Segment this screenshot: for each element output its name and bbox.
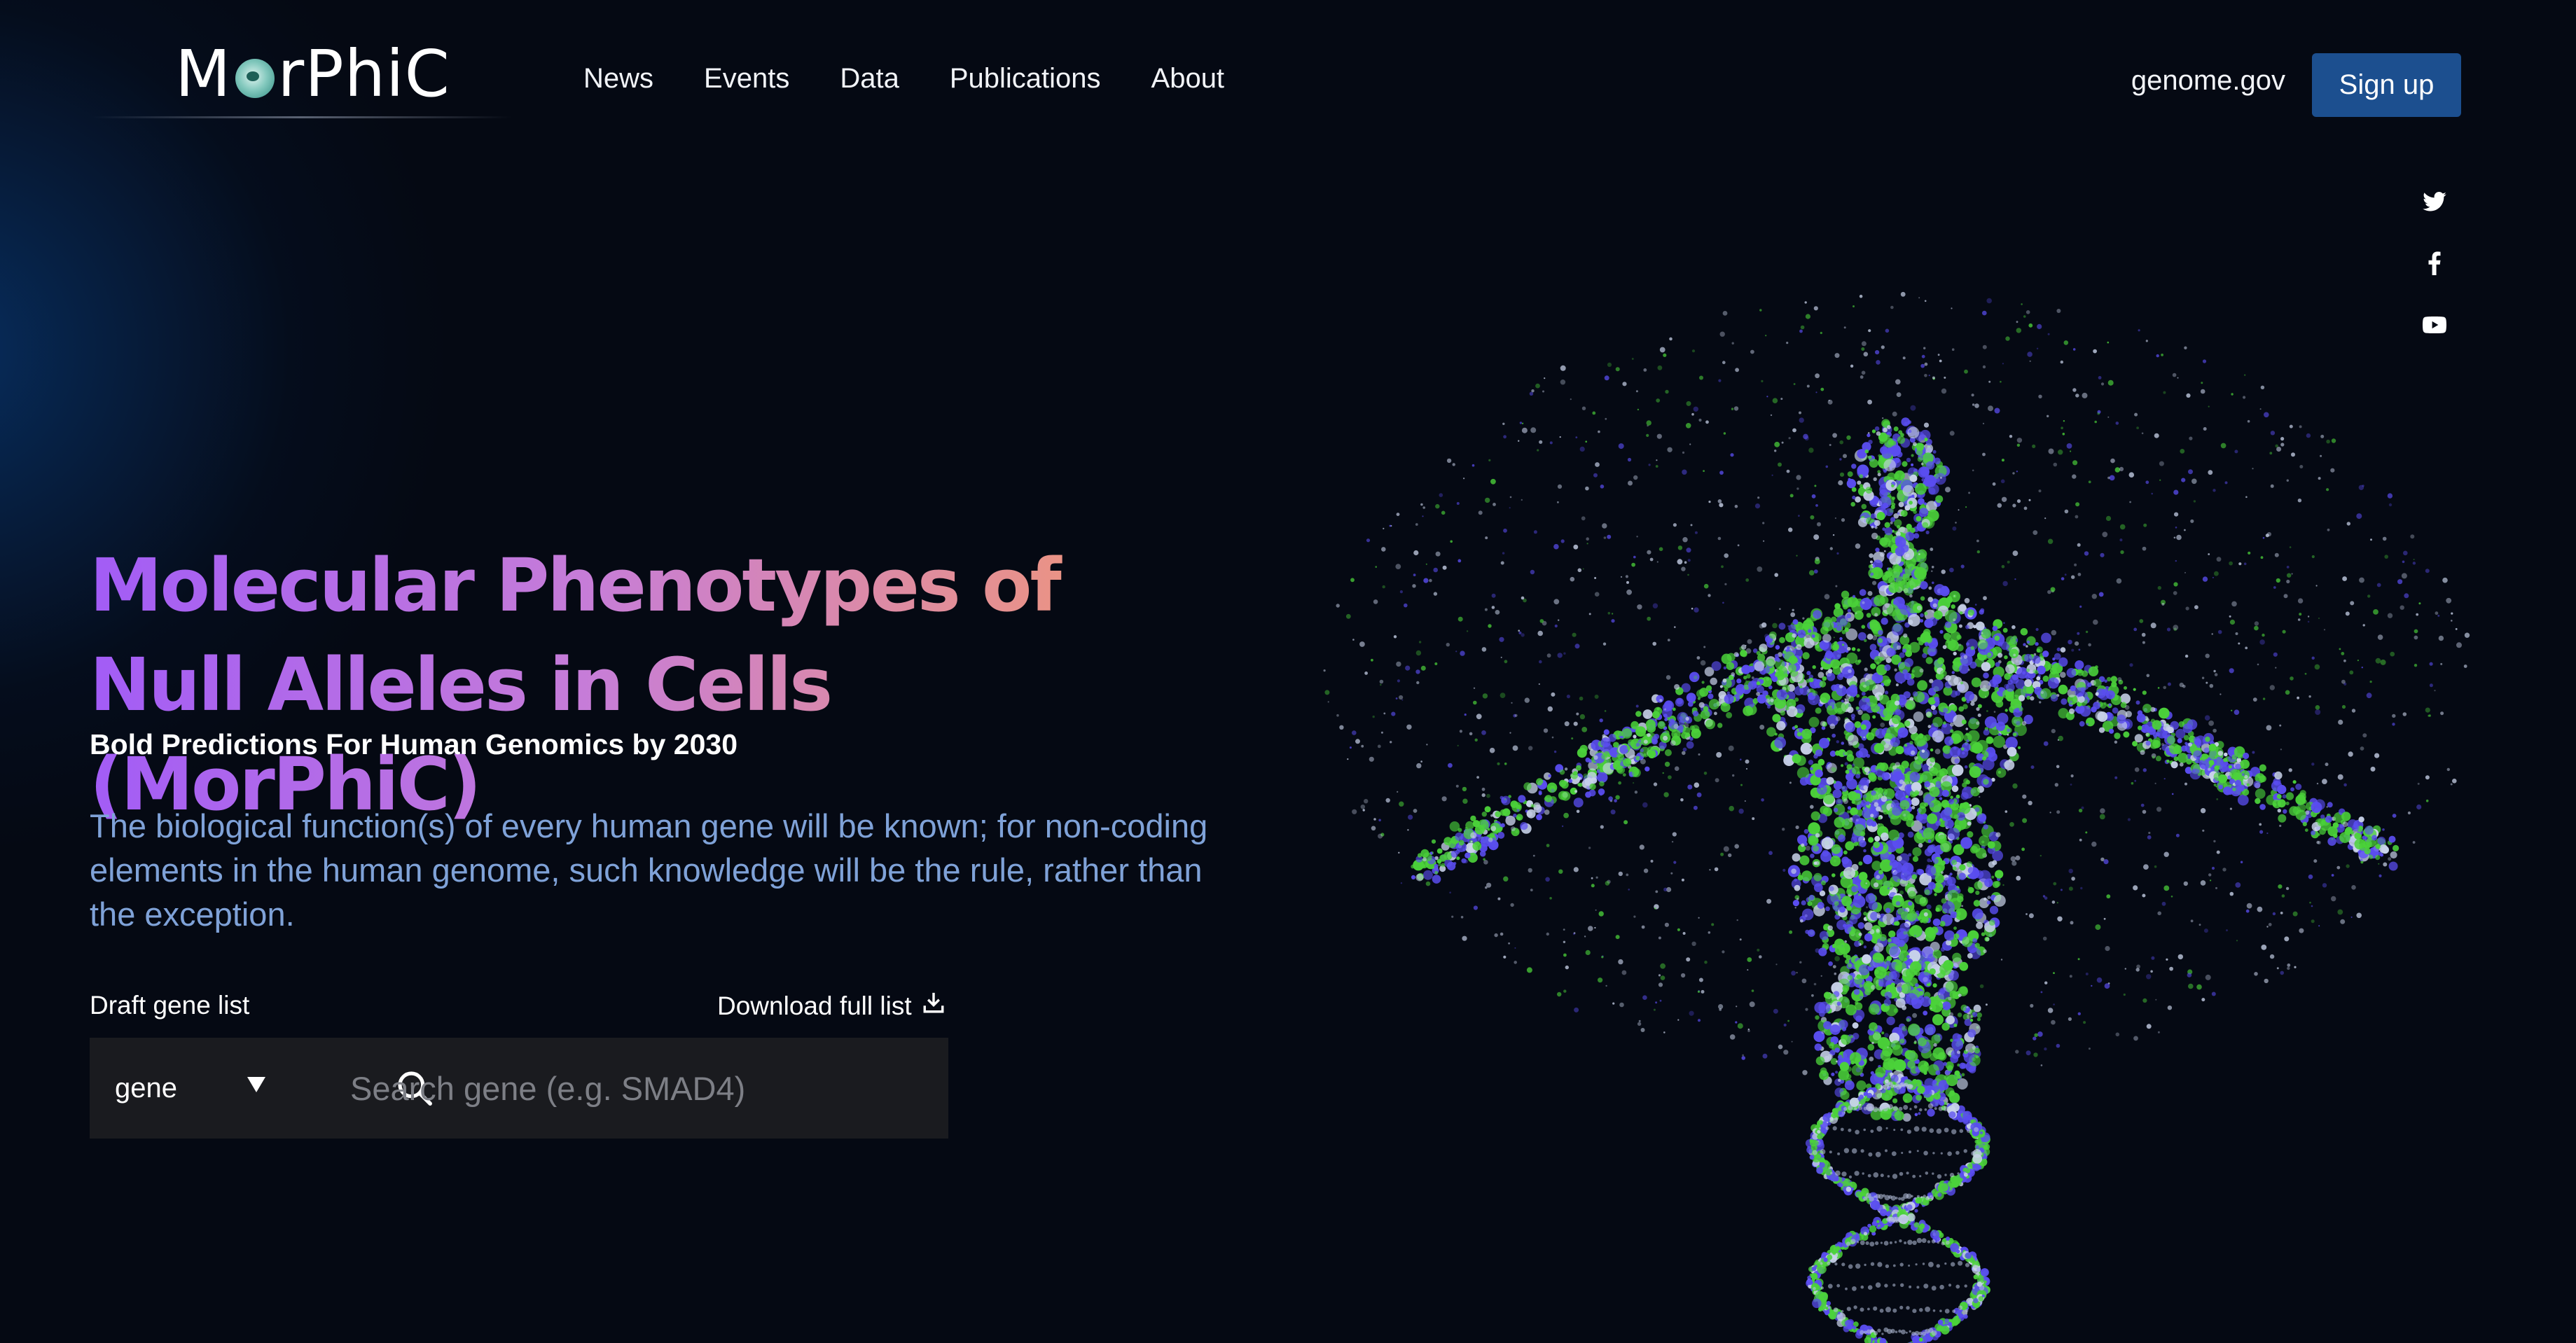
gene-search-input[interactable] [350,1063,925,1113]
nav-news[interactable]: News [583,63,653,95]
nav-events[interactable]: Events [704,63,789,95]
page: M rPhiC News Events Data Publications Ab… [0,0,2576,1343]
human-dna-particle-illustration [1323,291,2470,1343]
morphic-logo[interactable]: M rPhiC [175,35,450,112]
twitter-icon[interactable] [2422,189,2447,214]
main-nav: News Events Data Publications About [583,63,1224,95]
nav-about[interactable]: About [1151,63,1225,95]
logo-divider [91,116,511,118]
dropdown-arrow-icon [247,1077,265,1092]
search-type-value: gene [115,1072,177,1104]
download-label: Download full list [717,991,912,1020]
search-type-select[interactable]: gene [90,1038,280,1139]
sign-up-button[interactable]: Sign up [2312,53,2461,117]
hero-subtitle: Bold Predictions For Human Genomics by 2… [90,728,738,760]
download-full-list-link[interactable]: Download full list [717,991,946,1021]
hero-title: Molecular Phenotypes of Null Alleles in … [90,536,1210,834]
logo-text-right: rPhiC [277,36,450,111]
cell-logo-icon [235,59,275,98]
gene-search-box: gene [90,1038,948,1139]
nav-data[interactable]: Data [840,63,899,95]
download-icon [922,991,946,1021]
logo-text-left: M [175,36,232,111]
nav-publications[interactable]: Publications [950,63,1101,95]
draft-gene-list-label: Draft gene list [90,991,250,1020]
hero-description: The biological function(s) of every huma… [90,807,1208,933]
genome-gov-link[interactable]: genome.gov [2131,65,2285,97]
